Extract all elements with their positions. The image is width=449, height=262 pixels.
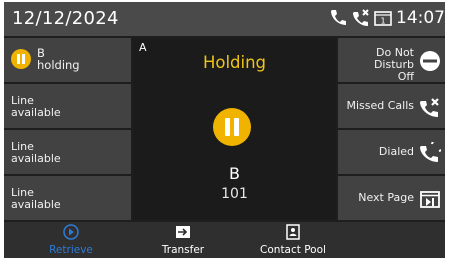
dnd-icon [419,50,441,72]
line-key-3[interactable]: Line available [4,130,131,174]
missed-calls-label: Missed Calls [346,99,414,112]
next-page-button[interactable]: Next Page [338,176,445,220]
dialed-button[interactable]: Dialed [338,130,445,174]
svg-text:1: 1 [380,17,385,26]
call-state: Holding [202,53,267,72]
contact-pool-softkey[interactable]: Contact Pool [248,222,338,258]
next-page-label: Next Page [358,191,414,204]
status-date: 12/12/2024 [12,8,119,29]
missed-calls-button[interactable]: Missed Calls [338,84,445,128]
contacts-icon [285,224,301,240]
softkey-bar: Retrieve Transfer Contact Pool [4,222,445,258]
line-key-2[interactable]: Line available [4,84,131,128]
line-key-label: Line available [11,140,61,165]
line-key-4[interactable]: Line available [4,176,131,220]
phone-screen: 12/12/2024 1 14:07 Bholding Line availabl… [4,2,445,258]
dnd-label: Do Not Disturb Off [373,46,414,83]
line-key-label: Line available [11,186,61,211]
status-time: 14:07 [396,8,445,28]
function-keys: Do Not Disturb Off Missed Calls Dialed Ne… [338,38,445,220]
dialed-label: Dialed [378,145,414,158]
transfer-softkey[interactable]: Transfer [138,222,228,258]
caller-name: B [229,164,240,183]
next-page-icon [419,188,441,210]
caller-number: 101 [221,186,248,202]
line-key-label: Line available [11,94,61,119]
line-list: Bholding Line available Line available Lin… [4,38,131,220]
dnd-button[interactable]: Do Not Disturb Off [338,38,445,83]
retrieve-softkey[interactable]: Retrieve [26,222,116,258]
missed-call-icon [351,8,371,28]
transfer-icon [175,224,191,240]
missed-call-icon [419,96,441,118]
line-key-label: Bholding [37,46,80,72]
phone-icon [328,8,348,28]
line-key-1[interactable]: Bholding [4,38,131,82]
call-panel: A Holding B 101 [133,38,336,220]
hold-icon [11,49,31,69]
play-icon [63,224,79,240]
status-icons: 1 14:07 [328,8,445,28]
retrieve-label: Retrieve [49,244,93,256]
dialed-icon [419,138,445,164]
status-bar: 12/12/2024 1 14:07 [4,2,445,36]
hold-icon [213,108,251,146]
contact-pool-label: Contact Pool [260,244,326,256]
transfer-label: Transfer [161,244,205,256]
voicemail-icon: 1 [373,8,393,28]
